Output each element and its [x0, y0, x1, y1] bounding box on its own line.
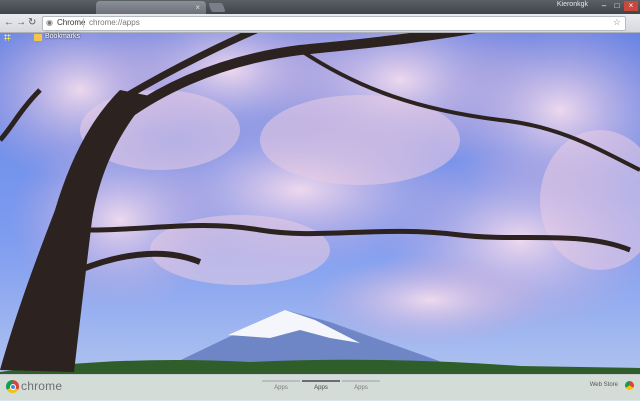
- page-tab-label: Apps: [354, 385, 368, 391]
- browser-tab[interactable]: ×: [96, 1, 206, 14]
- reload-icon[interactable]: ↻: [28, 17, 36, 28]
- bookmarks-bar: Bookmarks: [0, 33, 640, 44]
- window-titlebar: × Kieronkgk – □ ×: [0, 0, 640, 14]
- apps-page-footer: chrome Apps Apps Apps Web Store: [0, 374, 640, 401]
- omnibox-scheme-label: Chrome: [57, 18, 86, 27]
- new-tab-button[interactable]: [208, 3, 226, 12]
- web-store-link[interactable]: Web Store: [590, 382, 618, 388]
- page-tab-1[interactable]: Apps: [262, 378, 300, 398]
- page-tab-label: Apps: [314, 385, 328, 391]
- omnibox[interactable]: ◉ Chrome chrome://apps ☆: [42, 16, 626, 31]
- close-tab-icon[interactable]: ×: [195, 3, 200, 12]
- bookmark-item[interactable]: Bookmarks: [45, 33, 80, 40]
- forward-arrow-icon[interactable]: →: [16, 17, 26, 28]
- folder-icon: [34, 34, 42, 41]
- back-arrow-icon[interactable]: ←: [4, 17, 14, 28]
- maximize-icon[interactable]: □: [611, 1, 623, 11]
- wallpaper-cherry-blossom-fuji: [0, 0, 640, 400]
- web-store-icon[interactable]: [625, 381, 634, 390]
- chrome-logo-icon: [6, 380, 19, 393]
- page-tab-indicator: [302, 380, 340, 382]
- browser-toolbar: ← → ↻ ◉ Chrome chrome://apps ☆: [0, 14, 640, 33]
- page-switcher: Apps Apps Apps: [240, 378, 400, 398]
- page-tab-indicator: [342, 380, 380, 382]
- page-info-icon[interactable]: ◉: [46, 18, 53, 27]
- page-tab-label: Apps: [274, 385, 288, 391]
- apps-grid-icon[interactable]: [4, 34, 11, 41]
- chrome-wordmark: chrome: [21, 379, 63, 393]
- window-close-icon[interactable]: ×: [624, 1, 638, 11]
- minimize-icon[interactable]: –: [598, 1, 610, 11]
- omnibox-url[interactable]: chrome://apps: [89, 18, 140, 27]
- page-tab-indicator: [262, 380, 300, 382]
- profile-name[interactable]: Kieronkgk: [557, 1, 588, 8]
- page-tab-3[interactable]: Apps: [342, 378, 380, 398]
- bookmark-star-icon[interactable]: ☆: [613, 17, 621, 28]
- page-tab-2[interactable]: Apps: [302, 378, 340, 398]
- omnibox-divider: [83, 18, 84, 28]
